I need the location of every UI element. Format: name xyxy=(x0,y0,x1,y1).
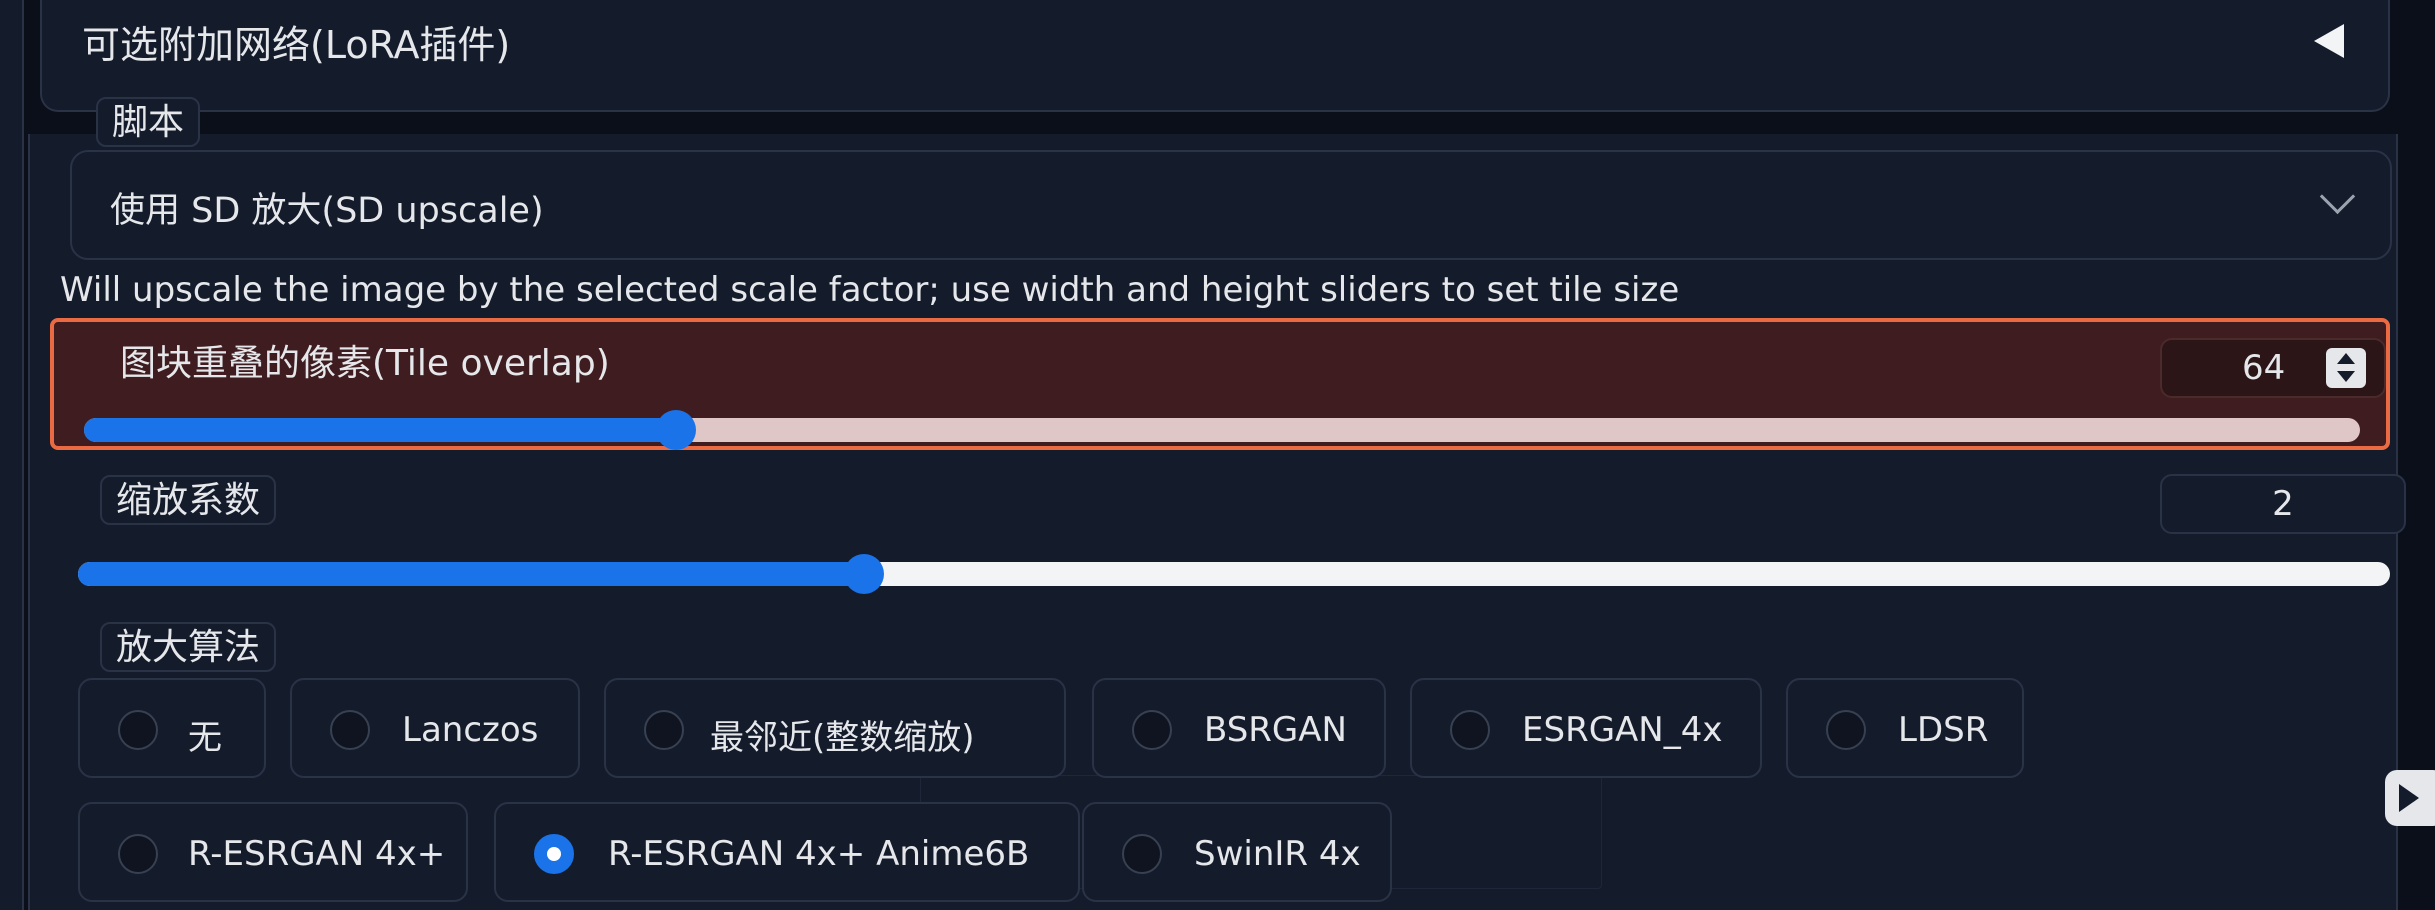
radio-circle-icon[interactable] xyxy=(118,834,158,874)
upscaler-option-bsrgan[interactable]: BSRGAN xyxy=(1092,678,1386,778)
collapse-arrow-icon[interactable] xyxy=(2314,24,2344,58)
radio-circle-icon[interactable] xyxy=(1450,710,1490,750)
script-dropdown[interactable]: 使用 SD 放大(SD upscale) xyxy=(70,150,2392,260)
scale-factor-slider[interactable] xyxy=(78,554,2390,594)
radio-circle-icon[interactable] xyxy=(1132,710,1172,750)
upscaler-option-r-esrgan-4x-anime6b[interactable]: R-ESRGAN 4x+ Anime6B xyxy=(494,802,1080,902)
script-dropdown-value: 使用 SD 放大(SD upscale) xyxy=(110,191,544,231)
upscaler-option-lanczos[interactable]: Lanczos xyxy=(290,678,580,778)
tile-overlap-number-input[interactable]: 64 xyxy=(2160,338,2386,398)
lora-accordion[interactable]: 可选附加网络(LoRA插件) xyxy=(40,0,2390,112)
upscaler-option-label: R-ESRGAN 4x+ xyxy=(188,834,446,874)
scale-factor-slider-fill xyxy=(78,562,865,586)
upscaler-option-label: BSRGAN xyxy=(1204,710,1347,750)
upscaler-option-nearest[interactable]: 最邻近(整数缩放) xyxy=(604,678,1066,778)
upscale-info-text: Will upscale the image by the selected s… xyxy=(60,270,1680,310)
chevron-down-icon[interactable] xyxy=(2319,178,2356,215)
left-scroll-strip xyxy=(0,0,24,910)
video-play-icon[interactable] xyxy=(2385,770,2435,826)
tile-overlap-slider-fill xyxy=(84,418,676,442)
spinner-icon[interactable] xyxy=(2326,348,2366,388)
tile-overlap-value: 64 xyxy=(2242,348,2286,388)
radio-circle-icon[interactable] xyxy=(118,710,158,750)
upscaler-option-none[interactable]: 无 xyxy=(78,678,266,778)
scale-factor-number-input[interactable]: 2 xyxy=(2160,474,2406,534)
spinner-up-icon[interactable] xyxy=(2337,353,2355,364)
script-label: 脚本 xyxy=(96,97,201,147)
upscaler-option-label: R-ESRGAN 4x+ Anime6B xyxy=(608,834,1030,874)
tile-overlap-slider-thumb[interactable] xyxy=(655,410,696,450)
tile-overlap-label: 图块重叠的像素(Tile overlap) xyxy=(120,343,610,384)
radio-circle-icon[interactable] xyxy=(330,710,370,750)
radio-circle-icon[interactable] xyxy=(1122,834,1162,874)
tile-overlap-block: 图块重叠的像素(Tile overlap) 64 xyxy=(50,318,2390,450)
upscaler-option-label: 最邻近(整数缩放) xyxy=(710,718,975,758)
upscaler-option-ldsr[interactable]: LDSR xyxy=(1786,678,2024,778)
lora-accordion-title: 可选附加网络(LoRA插件) xyxy=(82,23,511,67)
scale-factor-label: 缩放系数 xyxy=(100,475,277,525)
upscaler-option-label: LDSR xyxy=(1898,710,1989,750)
upscaler-option-label: 无 xyxy=(188,718,222,758)
app-root: 可选附加网络(LoRA插件) 脚本 使用 SD 放大(SD upscale) W… xyxy=(0,0,2435,910)
radio-checked-icon[interactable] xyxy=(534,834,574,874)
upscaler-option-label: SwinIR 4x xyxy=(1194,834,1361,874)
scale-factor-slider-thumb[interactable] xyxy=(844,554,885,594)
tile-overlap-slider[interactable] xyxy=(84,410,2360,450)
upscaler-option-swinir-4x[interactable]: SwinIR 4x xyxy=(1082,802,1392,902)
upscaler-label: 放大算法 xyxy=(100,622,277,672)
spinner-down-icon[interactable] xyxy=(2337,371,2355,382)
scale-factor-value: 2 xyxy=(2272,484,2294,524)
upscaler-option-r-esrgan-4x[interactable]: R-ESRGAN 4x+ xyxy=(78,802,468,902)
radio-circle-icon[interactable] xyxy=(644,710,684,750)
radio-circle-icon[interactable] xyxy=(1826,710,1866,750)
upscaler-option-esrgan-4x[interactable]: ESRGAN_4x xyxy=(1410,678,1762,778)
upscaler-option-label: Lanczos xyxy=(402,710,539,750)
upscaler-option-label: ESRGAN_4x xyxy=(1522,710,1723,750)
